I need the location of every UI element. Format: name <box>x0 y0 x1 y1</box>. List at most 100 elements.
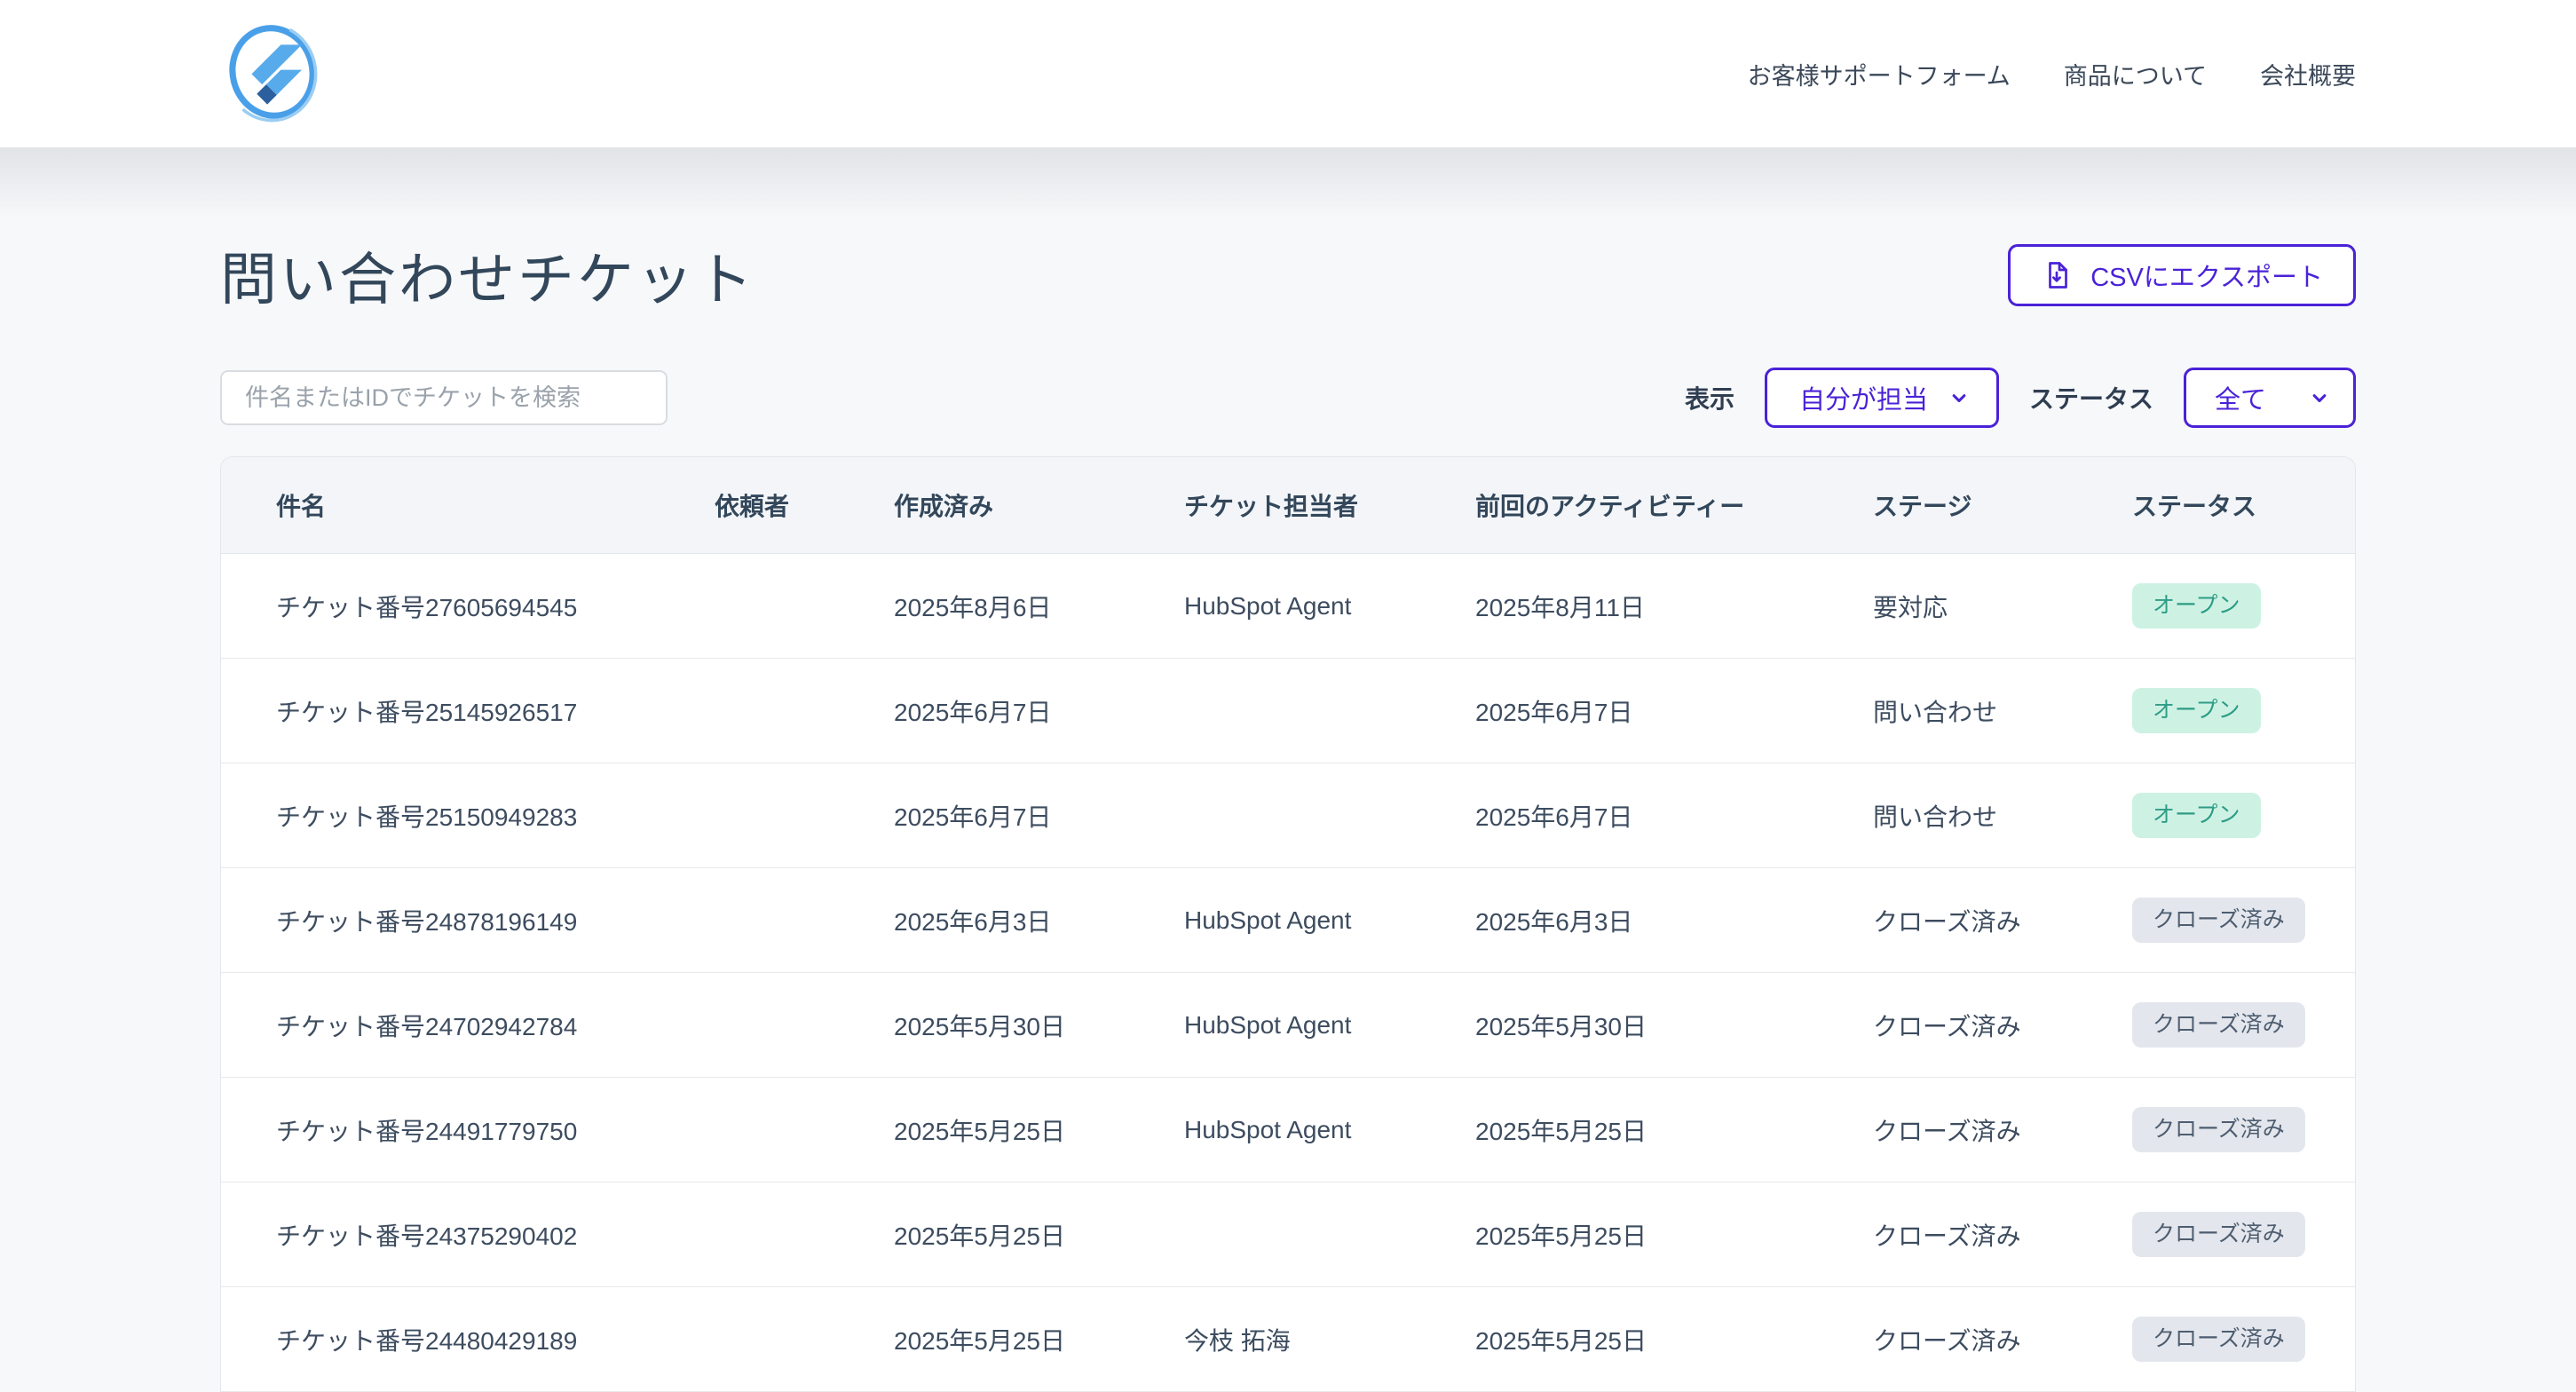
ticket-created-cell: 2025年5月30日 <box>894 973 1184 1078</box>
ticket-agent-cell: HubSpot Agent <box>1184 868 1475 973</box>
ticket-subject-cell: チケット番号24491779750 <box>221 1078 715 1182</box>
flutter-circle-logo-icon <box>220 18 325 130</box>
ticket-stage-cell: クローズ済み <box>1873 1182 2132 1287</box>
ticket-last-activity-cell: 2025年5月25日 <box>1475 1078 1873 1182</box>
status-filter-select[interactable]: 全て <box>2184 368 2356 428</box>
tickets-table-card: 件名 依頼者 作成済み チケット担当者 前回のアクティビティー ステージ ステー… <box>220 456 2356 1392</box>
ticket-requester-cell <box>715 1078 894 1182</box>
ticket-subject-cell: チケット番号24480429189 <box>221 1287 715 1392</box>
status-badge: クローズ済み <box>2132 1107 2305 1152</box>
ticket-row[interactable]: チケット番号24702942784 2025年5月30日 HubSpot Age… <box>221 973 2355 1078</box>
ticket-last-activity-cell: 2025年5月30日 <box>1475 973 1873 1078</box>
ticket-created-cell: 2025年5月25日 <box>894 1287 1184 1392</box>
ticket-status-cell: オープン <box>2132 763 2355 868</box>
ticket-requester-cell <box>715 1287 894 1392</box>
ticket-agent-cell: HubSpot Agent <box>1184 973 1475 1078</box>
column-header-created: 作成済み <box>894 457 1184 554</box>
ticket-created-cell: 2025年5月25日 <box>894 1078 1184 1182</box>
ticket-last-activity-cell: 2025年6月7日 <box>1475 659 1873 763</box>
ticket-status-cell: クローズ済み <box>2132 1182 2355 1287</box>
ticket-requester-cell <box>715 973 894 1078</box>
ticket-row[interactable]: チケット番号27605694545 2025年8月6日 HubSpot Agen… <box>221 554 2355 659</box>
ticket-status-cell: クローズ済み <box>2132 973 2355 1078</box>
nav-support-form[interactable]: お客様サポートフォーム <box>1748 57 2011 91</box>
column-header-stage: ステージ <box>1873 457 2132 554</box>
ticket-created-cell: 2025年6月7日 <box>894 659 1184 763</box>
ticket-subject-cell: チケット番号25150949283 <box>221 763 715 868</box>
company-logo[interactable] <box>220 18 325 130</box>
view-filter-select[interactable]: 自分が担当 <box>1765 368 1999 428</box>
export-csv-label: CSVにエクスポート <box>2090 257 2323 294</box>
ticket-status-cell: オープン <box>2132 659 2355 763</box>
ticket-requester-cell <box>715 868 894 973</box>
ticket-requester-cell <box>715 659 894 763</box>
ticket-agent-cell: HubSpot Agent <box>1184 554 1475 659</box>
status-badge: クローズ済み <box>2132 1212 2305 1257</box>
ticket-status-cell: クローズ済み <box>2132 1287 2355 1392</box>
ticket-stage-cell: クローズ済み <box>1873 868 2132 973</box>
status-badge: オープン <box>2132 688 2261 733</box>
status-badge: オープン <box>2132 793 2261 838</box>
ticket-row[interactable]: チケット番号25145926517 2025年6月7日 2025年6月7日 問い… <box>221 659 2355 763</box>
nav-company[interactable]: 会社概要 <box>2260 57 2356 91</box>
ticket-agent-cell <box>1184 1182 1475 1287</box>
ticket-status-cell: クローズ済み <box>2132 868 2355 973</box>
ticket-table-body: チケット番号27605694545 2025年8月6日 HubSpot Agen… <box>221 554 2355 1392</box>
ticket-stage-cell: クローズ済み <box>1873 1287 2132 1392</box>
ticket-status-cell: オープン <box>2132 554 2355 659</box>
ticket-row[interactable]: チケット番号24878196149 2025年6月3日 HubSpot Agen… <box>221 868 2355 973</box>
ticket-created-cell: 2025年6月3日 <box>894 868 1184 973</box>
ticket-status-cell: クローズ済み <box>2132 1078 2355 1182</box>
ticket-created-cell: 2025年5月25日 <box>894 1182 1184 1287</box>
ticket-row[interactable]: チケット番号25150949283 2025年6月7日 2025年6月7日 問い… <box>221 763 2355 868</box>
ticket-last-activity-cell: 2025年6月3日 <box>1475 868 1873 973</box>
ticket-last-activity-cell: 2025年5月25日 <box>1475 1182 1873 1287</box>
ticket-requester-cell <box>715 763 894 868</box>
column-header-agent: チケット担当者 <box>1184 457 1475 554</box>
column-header-last-activity: 前回のアクティビティー <box>1475 457 1873 554</box>
nav-products[interactable]: 商品について <box>2064 57 2207 91</box>
status-badge: クローズ済み <box>2132 898 2305 943</box>
ticket-subject-cell: チケット番号27605694545 <box>221 554 715 659</box>
column-header-status: ステータス <box>2132 457 2355 554</box>
main-nav: お客様サポートフォーム 商品について 会社概要 <box>1748 57 2356 91</box>
chevron-down-icon <box>1947 385 1972 410</box>
status-badge: クローズ済み <box>2132 1317 2305 1362</box>
status-filter-value: 全て <box>2215 379 2266 416</box>
file-download-icon <box>2041 259 2073 291</box>
view-filter-label: 表示 <box>1685 380 1734 415</box>
ticket-subject-cell: チケット番号24878196149 <box>221 868 715 973</box>
ticket-row[interactable]: チケット番号24491779750 2025年5月25日 HubSpot Age… <box>221 1078 2355 1182</box>
ticket-search-input[interactable] <box>220 370 668 425</box>
ticket-stage-cell: 問い合わせ <box>1873 763 2132 868</box>
chevron-down-icon <box>2307 385 2332 410</box>
table-header-row: 件名 依頼者 作成済み チケット担当者 前回のアクティビティー ステージ ステー… <box>221 457 2355 554</box>
ticket-requester-cell <box>715 554 894 659</box>
tickets-table: 件名 依頼者 作成済み チケット担当者 前回のアクティビティー ステージ ステー… <box>221 457 2355 1392</box>
page-title: 問い合わせチケット <box>220 234 755 316</box>
ticket-created-cell: 2025年8月6日 <box>894 554 1184 659</box>
ticket-last-activity-cell: 2025年5月25日 <box>1475 1287 1873 1392</box>
status-badge: クローズ済み <box>2132 1002 2305 1048</box>
ticket-stage-cell: 問い合わせ <box>1873 659 2132 763</box>
ticket-row[interactable]: チケット番号24480429189 2025年5月25日 今枝 拓海 2025年… <box>221 1287 2355 1392</box>
ticket-created-cell: 2025年6月7日 <box>894 763 1184 868</box>
ticket-row[interactable]: チケット番号24375290402 2025年5月25日 2025年5月25日 … <box>221 1182 2355 1287</box>
column-header-subject: 件名 <box>221 457 715 554</box>
ticket-subject-cell: チケット番号25145926517 <box>221 659 715 763</box>
ticket-stage-cell: クローズ済み <box>1873 973 2132 1078</box>
ticket-subject-cell: チケット番号24702942784 <box>221 973 715 1078</box>
ticket-last-activity-cell: 2025年6月7日 <box>1475 763 1873 868</box>
ticket-stage-cell: 要対応 <box>1873 554 2132 659</box>
ticket-requester-cell <box>715 1182 894 1287</box>
view-filter-value: 自分が担当 <box>1799 379 1928 416</box>
ticket-agent-cell <box>1184 763 1475 868</box>
status-badge: オープン <box>2132 583 2261 629</box>
header-shadow <box>0 147 2576 218</box>
export-csv-button[interactable]: CSVにエクスポート <box>2008 244 2356 306</box>
top-navigation-bar: お客様サポートフォーム 商品について 会社概要 <box>0 0 2576 147</box>
ticket-agent-cell: 今枝 拓海 <box>1184 1287 1475 1392</box>
ticket-stage-cell: クローズ済み <box>1873 1078 2132 1182</box>
ticket-subject-cell: チケット番号24375290402 <box>221 1182 715 1287</box>
ticket-agent-cell <box>1184 659 1475 763</box>
